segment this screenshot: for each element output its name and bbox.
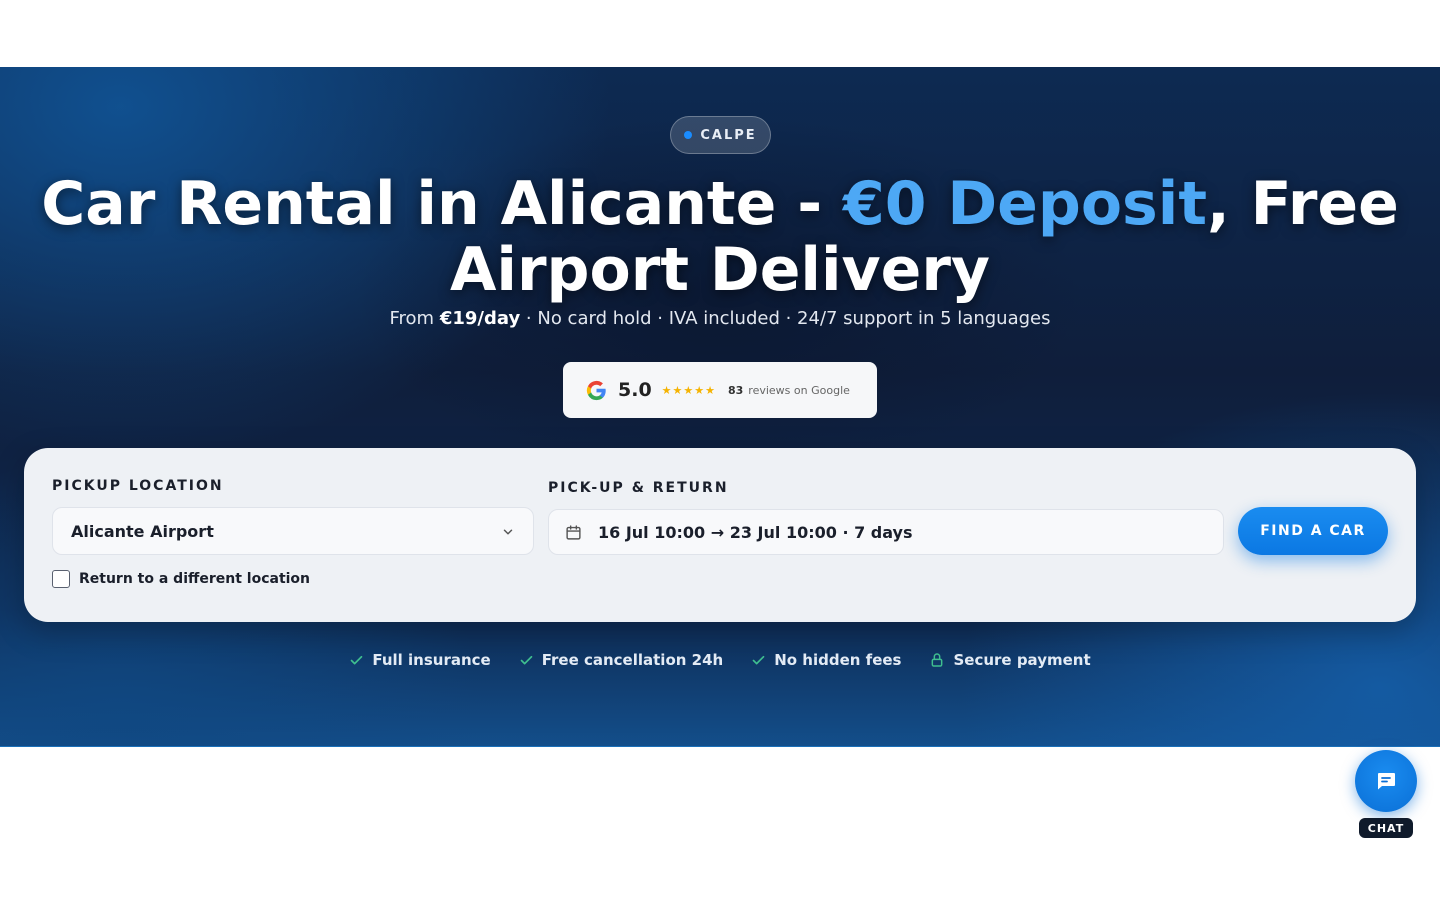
check-icon: [520, 655, 533, 664]
hero-subtitle: From €19/day · No card hold · IVA includ…: [0, 308, 1440, 329]
chat-label[interactable]: CHAT: [1359, 818, 1413, 838]
top-bar: [0, 0, 1440, 67]
title-part1: Car Rental in Alicante -: [41, 169, 843, 239]
rating-score: 5.0: [618, 379, 652, 401]
pickup-location-value: Alicante Airport: [71, 521, 214, 541]
feature-list: Full insurance Free cancellation 24h No …: [0, 651, 1440, 669]
search-panel: PICKUP LOCATION Alicante Airport PICK-UP…: [24, 448, 1416, 622]
date-range-value: 16 Jul 10:00 → 23 Jul 10:00 · 7 days: [598, 522, 913, 542]
page-title: Car Rental in Alicante - €0 Deposit, Fre…: [40, 171, 1400, 303]
chevron-down-icon: [503, 529, 513, 535]
review-count: 83: [727, 383, 744, 397]
feature-item: Free cancellation 24h: [519, 651, 724, 669]
check-icon: [752, 655, 765, 664]
feature-item: No hidden fees: [751, 651, 901, 669]
return-different-location[interactable]: Return to a different location: [52, 570, 310, 588]
feature-label: Secure payment: [953, 651, 1091, 669]
hero-section: CALPE Car Rental in Alicante - €0 Deposi…: [0, 67, 1440, 747]
feature-item: Secure payment: [929, 651, 1091, 669]
title-accent: €0 Deposit: [842, 169, 1207, 239]
pickup-location-label: PICKUP LOCATION: [52, 478, 224, 494]
subtitle-price: €19/day: [439, 308, 521, 329]
feature-label: No hidden fees: [774, 651, 902, 669]
subtitle-from: From: [389, 308, 440, 329]
lock-icon: [932, 653, 943, 667]
chat-button[interactable]: [1355, 750, 1417, 812]
find-car-button[interactable]: FIND A CAR: [1238, 507, 1388, 555]
rating-stars: ★★★★★: [661, 383, 716, 397]
feature-item: Full insurance: [349, 651, 491, 669]
review-source: reviews on Google: [748, 383, 850, 397]
badge-label: CALPE: [700, 127, 757, 143]
return-different-label: Return to a different location: [79, 571, 311, 587]
badge-dot-icon: [684, 131, 693, 139]
chat-icon: [1378, 773, 1395, 790]
date-range-field[interactable]: 16 Jul 10:00 → 23 Jul 10:00 · 7 days: [548, 509, 1224, 555]
location-badge: CALPE: [670, 116, 771, 154]
check-icon: [351, 655, 363, 664]
google-logo-icon: [586, 380, 606, 400]
google-rating-card[interactable]: 5.0 ★★★★★ 83 reviews on Google: [563, 362, 877, 418]
feature-label: Free cancellation 24h: [541, 651, 724, 669]
pickup-location-select[interactable]: Alicante Airport: [52, 507, 534, 555]
feature-label: Full insurance: [372, 651, 491, 669]
subtitle-rest: · No card hold · IVA included · 24/7 sup…: [520, 308, 1051, 329]
dates-label: PICK-UP & RETURN: [548, 480, 729, 496]
calendar-icon: [566, 524, 581, 540]
return-different-checkbox[interactable]: [52, 570, 70, 588]
